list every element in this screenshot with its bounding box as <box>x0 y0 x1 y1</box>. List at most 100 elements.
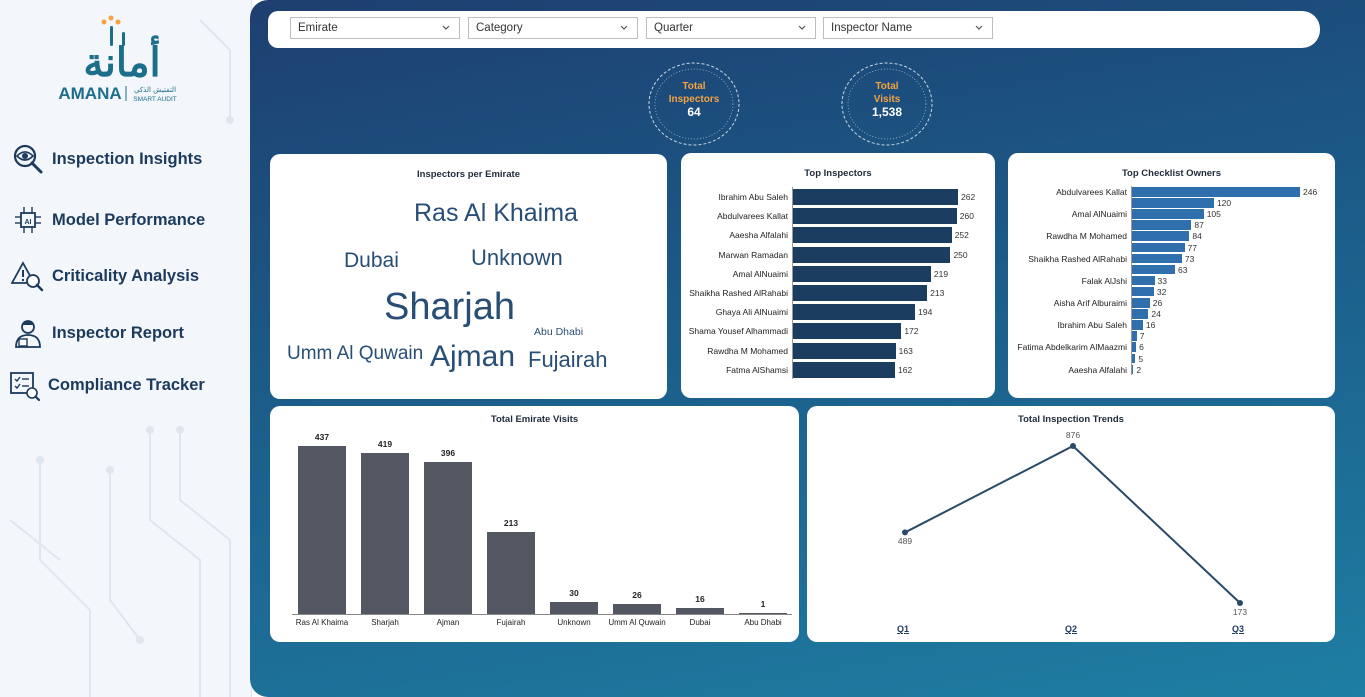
bar-value: 5 <box>1138 353 1144 364</box>
bar <box>793 285 928 301</box>
word-ajman[interactable]: Ajman <box>430 342 515 372</box>
bar <box>1132 331 1137 341</box>
quarter-label[interactable]: Q1 <box>897 624 909 634</box>
filter-category[interactable]: Category <box>468 17 638 39</box>
filter-bar: Emirate Category Quarter Inspector Name <box>268 11 1320 48</box>
filter-label: Category <box>476 22 523 34</box>
bar-value: 7 <box>1139 331 1145 342</box>
bar-label: Shaikha Rashed AlRahabi <box>1028 253 1127 264</box>
bar-value: 250 <box>953 249 968 260</box>
bar <box>1132 286 1154 297</box>
bar-value: 33 <box>1157 275 1167 286</box>
bar <box>793 304 916 321</box>
word-abu-dhabi[interactable]: Abu Dhabi <box>534 327 583 338</box>
filter-label: Quarter <box>654 22 693 34</box>
bar-value: 16 <box>1145 320 1156 331</box>
bar <box>487 532 535 614</box>
word-dubai[interactable]: Dubai <box>344 250 399 271</box>
bar-value: 32 <box>1156 286 1167 297</box>
kpi-label: Total Inspectors <box>668 81 720 105</box>
bar-value: 77 <box>1187 242 1198 253</box>
card-title: Total Emirate Visits <box>490 414 579 425</box>
word-umm-al-quwain[interactable]: Umm Al Quwain <box>287 344 423 363</box>
bar-value: 87 <box>1194 220 1204 231</box>
bar-value: 1 <box>760 599 766 609</box>
nav-label: Compliance Tracker <box>48 375 205 394</box>
card-top-inspectors: Top Inspectors Ibrahim Abu Saleh 262 Abdul… <box>681 153 995 398</box>
nav-label: Inspection Insights <box>52 149 203 168</box>
svg-text:AI: AI <box>25 219 32 226</box>
nav-inspection-insights[interactable]: Inspection Insights <box>10 139 245 179</box>
bar-label: Amal AlNuaimi <box>1071 209 1127 220</box>
chevron-down-icon <box>798 25 806 30</box>
filter-inspector-name[interactable]: Inspector Name <box>823 17 993 39</box>
kpi-value: 64 <box>687 105 701 119</box>
quarter-label[interactable]: Q3 <box>1232 624 1244 634</box>
bar-value: 163 <box>898 345 913 356</box>
bar <box>793 189 958 205</box>
chevron-down-icon <box>620 25 628 30</box>
bar-value: 73 <box>1184 253 1195 264</box>
bar <box>793 342 896 359</box>
bar-value: 219 <box>933 268 949 279</box>
nav-compliance-tracker[interactable]: Compliance Tracker <box>6 365 241 405</box>
bar-value: 63 <box>1178 264 1188 275</box>
bar-label: Shaikha Rashed AlRahabi <box>689 288 788 298</box>
bar-value: 30 <box>569 588 579 599</box>
eye-magnifier-icon <box>10 141 46 177</box>
bar-value: 172 <box>904 326 919 337</box>
quarter-label[interactable]: Q2 <box>1065 624 1077 634</box>
nav-model-performance[interactable]: AI Model Performance <box>10 200 245 240</box>
bar <box>298 446 346 614</box>
nav-label: Criticality Analysis <box>52 266 200 285</box>
filter-emirate[interactable]: Emirate <box>290 17 460 39</box>
bar <box>1132 264 1176 275</box>
bar-value: 24 <box>1151 309 1161 320</box>
bar <box>1132 298 1150 308</box>
nav-inspector-report[interactable]: Inspector Report <box>10 313 245 353</box>
bar <box>1132 242 1185 252</box>
sidebar: أمانة AMANA التفتيش الذكي SMART AUDIT In… <box>0 0 252 697</box>
card-title: Inspectors per Emirate <box>417 169 520 180</box>
word-fujairah[interactable]: Fujairah <box>528 349 607 371</box>
warning-magnifier-icon <box>10 258 46 294</box>
bar-label: Ibrahim Abu Saleh <box>718 192 788 202</box>
bar-label: Ibrahim Abu Saleh <box>1057 320 1127 331</box>
card-total-emirate-visits: Total Emirate Visits 437 Ras Al Khaima 419… <box>270 406 799 642</box>
logo-subtitle-en: SMART AUDIT <box>133 96 176 103</box>
nav-label: Inspector Report <box>52 323 185 342</box>
bar <box>361 452 409 614</box>
bar <box>739 613 787 614</box>
bar-label: Abu Dhabi <box>744 618 782 627</box>
card-inspectors-per-emirate: Inspectors per Emirate Ras Al Khaima Dub… <box>270 154 667 399</box>
word-unknown[interactable]: Unknown <box>471 247 563 269</box>
bar-label: Aaesha Alfalahi <box>729 230 788 241</box>
bar-value: 213 <box>503 518 519 529</box>
logo-subtitle-ar: التفتيش الذكي <box>134 86 176 94</box>
bar-value: 105 <box>1206 209 1221 220</box>
bar-value: 6 <box>1139 342 1144 353</box>
bar-value: 26 <box>632 590 642 600</box>
word-sharjah[interactable]: Sharjah <box>384 288 515 326</box>
logo-arabic: أمانة <box>83 34 160 85</box>
trend-point[interactable] <box>1237 600 1243 606</box>
word-ras-al-khaima[interactable]: Ras Al Khaima <box>414 201 578 226</box>
filter-quarter[interactable]: Quarter <box>646 17 816 39</box>
bar-label: Fatima Abdelkarim AlMaazmi <box>1017 342 1127 353</box>
trend-point[interactable] <box>902 529 908 536</box>
bar-value: 213 <box>930 288 945 298</box>
bar <box>793 361 896 378</box>
bar <box>1132 364 1134 375</box>
bar <box>1132 353 1136 363</box>
bar <box>793 246 951 263</box>
bar-value: 396 <box>440 447 456 458</box>
nav-criticality-analysis[interactable]: Criticality Analysis <box>10 256 245 296</box>
bar-label: Aaesha Alfalahi <box>1068 364 1127 375</box>
bar-label: Rawdha M Mohamed <box>707 345 788 356</box>
bar-label: Rawdha M Mohamed <box>1046 231 1127 242</box>
bar-value: 2 <box>1136 364 1142 375</box>
trend-point[interactable] <box>1070 443 1076 449</box>
bar <box>793 227 952 244</box>
kpi-value: 1,538 <box>871 105 903 119</box>
bar-value: 252 <box>954 230 969 241</box>
